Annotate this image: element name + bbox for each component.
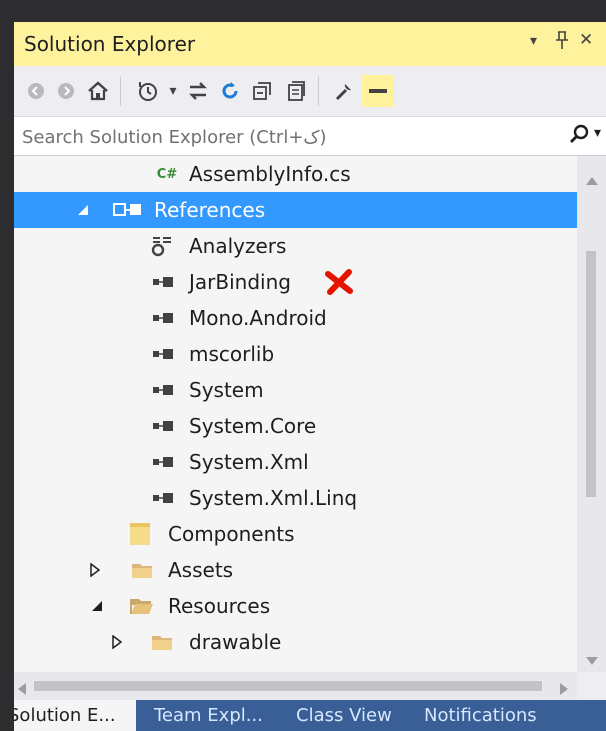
tree-item-drawable[interactable]: drawable — [14, 624, 577, 660]
expanded-arrow-icon[interactable] — [90, 599, 104, 613]
toolbar-separator — [120, 76, 121, 106]
tree-item-label: System.Core — [189, 414, 317, 438]
vertical-scrollbar[interactable] — [577, 156, 606, 672]
tree-item-label: Mono.Android — [189, 306, 327, 330]
tree-item-system-xml-linq[interactable]: System.Xml.Linq — [14, 480, 577, 516]
tree-item-label: Resources — [168, 594, 271, 618]
tree-item-label: System.Xml — [189, 450, 309, 474]
vertical-scroll-thumb[interactable] — [586, 251, 596, 497]
tree-item-mscorlib[interactable]: mscorlib — [14, 336, 577, 372]
solution-explorer-panel: Solution Explorer ▾ ✕ ▾ Search Solution … — [14, 22, 606, 731]
window-position-dropdown-icon[interactable]: ▾ — [530, 33, 537, 49]
panel-title: Solution Explorer — [24, 32, 196, 56]
tree-item-components[interactable]: Components — [14, 516, 577, 552]
tree-item-label: AssemblyInfo.cs — [189, 162, 351, 186]
tab-notifications[interactable]: Notifications — [416, 700, 606, 731]
panel-title-bar: Solution Explorer ▾ ✕ — [14, 22, 606, 66]
scroll-up-icon[interactable] — [586, 170, 598, 189]
horizontal-scroll-thumb[interactable] — [34, 681, 542, 691]
tree-item-label: JarBinding — [189, 270, 291, 294]
reference-icon — [150, 379, 176, 401]
csharp-file-icon: C# — [156, 166, 178, 182]
scroll-left-icon[interactable] — [18, 680, 26, 699]
tree-item-references[interactable]: References — [14, 192, 577, 228]
tab-class-view[interactable]: Class View — [288, 700, 406, 731]
scrollbar-corner — [577, 672, 606, 700]
tree-item-label: mscorlib — [189, 342, 275, 366]
tree-item-assets[interactable]: Assets — [14, 552, 577, 588]
tree-item-mono-android[interactable]: Mono.Android — [14, 300, 577, 336]
folder-icon — [128, 521, 154, 547]
forward-icon[interactable] — [50, 75, 82, 107]
references-icon — [111, 199, 145, 221]
tree-item-system[interactable]: System — [14, 372, 577, 408]
scroll-down-icon[interactable] — [586, 650, 598, 669]
folder-icon — [150, 631, 174, 653]
show-all-files-icon[interactable] — [280, 75, 312, 107]
tree-item-label: Analyzers — [189, 234, 287, 258]
search-input[interactable] — [14, 117, 564, 157]
preview-icon[interactable] — [362, 75, 394, 107]
refresh-icon[interactable] — [214, 75, 246, 107]
tree-item-label: System — [189, 378, 264, 402]
collapsed-arrow-icon[interactable] — [110, 635, 124, 649]
solution-tree: C# AssemblyInfo.cs References Analyzers … — [14, 156, 577, 672]
reference-icon — [150, 343, 176, 365]
toolbar-separator — [318, 76, 319, 106]
reference-icon — [150, 487, 176, 509]
search-icon[interactable] — [568, 123, 592, 147]
properties-icon[interactable] — [328, 75, 360, 107]
tree-item-system-core[interactable]: System.Core — [14, 408, 577, 444]
analyzers-icon — [151, 235, 173, 257]
error-x-icon — [324, 269, 354, 295]
tree-item-jarbinding[interactable]: JarBinding — [14, 264, 577, 300]
tree-item-resources[interactable]: Resources — [14, 588, 577, 624]
reference-icon — [150, 307, 176, 329]
tree-item-label: drawable — [189, 630, 282, 654]
tree-item-analyzers[interactable]: Analyzers — [14, 228, 577, 264]
collapsed-arrow-icon[interactable] — [88, 563, 102, 577]
tree-item-label: Components — [168, 522, 295, 546]
folder-icon — [130, 559, 154, 581]
bottom-tab-strip: Solution E... Team Expl... Class View No… — [14, 700, 606, 731]
pin-icon[interactable] — [554, 30, 570, 55]
tree-item-system-xml[interactable]: System.Xml — [14, 444, 577, 480]
tree-item-label: Assets — [168, 558, 234, 582]
tab-team-explorer[interactable]: Team Expl... — [146, 700, 276, 731]
reference-icon — [150, 271, 176, 293]
expanded-arrow-icon[interactable] — [76, 203, 90, 217]
tab-solution-explorer[interactable]: Solution E... — [14, 700, 136, 731]
scroll-right-icon[interactable] — [560, 680, 568, 699]
back-icon[interactable] — [20, 75, 52, 107]
home-icon[interactable] — [82, 75, 114, 107]
tree-item-label: System.Xml.Linq — [189, 486, 358, 510]
close-icon[interactable]: ✕ — [579, 30, 593, 50]
collapse-all-icon[interactable] — [246, 75, 278, 107]
search-box: ▾ — [14, 116, 606, 157]
reference-icon — [150, 415, 176, 437]
folder-open-icon — [130, 595, 154, 617]
toolbar: ▾ — [14, 66, 606, 116]
horizontal-scrollbar[interactable] — [14, 672, 577, 700]
tree-item-assemblyinfo[interactable]: C# AssemblyInfo.cs — [14, 156, 577, 192]
sync-icon[interactable] — [182, 75, 214, 107]
reference-icon — [150, 451, 176, 473]
window-top-strip — [0, 0, 606, 22]
search-options-dropdown-icon[interactable]: ▾ — [594, 125, 601, 141]
tree-item-label: References — [154, 198, 266, 222]
